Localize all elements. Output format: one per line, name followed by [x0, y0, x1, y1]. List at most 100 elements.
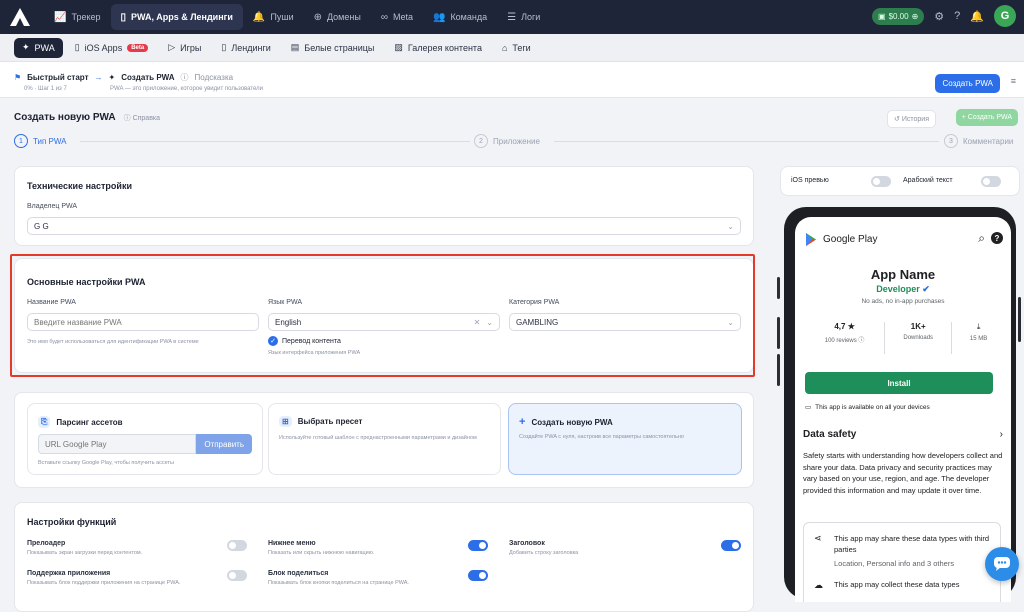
size-value: 15 MB [969, 336, 988, 342]
preview-options: iOS превью Арабский текст [780, 166, 1020, 196]
quickstart-create-button[interactable]: Создать PWA [935, 74, 1000, 93]
option-select-preset[interactable]: ⊞ Выбрать пресет Используйте готовый шабл… [268, 403, 501, 475]
help-icon[interactable]: ? [954, 10, 960, 22]
quickstart-step: Создать PWA [121, 73, 175, 82]
feature-name: Заголовок [509, 540, 545, 547]
nav-pwa-apps[interactable]: ▯ PWA, Apps & Лендинги [110, 4, 243, 30]
step-1[interactable]: 1 Тип PWA [14, 134, 66, 148]
history-button[interactable]: ↺ История [887, 110, 936, 128]
ios-preview-toggle[interactable] [871, 176, 891, 187]
rating-stat: 4,7 ★ 100 reviews ⓘ [805, 322, 886, 354]
nav-label: Meta [392, 12, 413, 22]
install-button[interactable]: Install [805, 372, 993, 394]
nav-meta[interactable]: ∞ Meta [371, 4, 423, 30]
meta-icon: ∞ [380, 11, 388, 23]
store-header: Google Play [805, 233, 877, 246]
main-nav: 📈 Трекер ▯ PWA, Apps & Лендинги 🔔 Пуши ⊕ Дом… [44, 0, 550, 34]
tab-content-gallery[interactable]: ▨ Галерея контента [386, 38, 490, 58]
chevron-right-icon[interactable]: › [1000, 429, 1003, 440]
step-3[interactable]: 3 Комментарии [944, 134, 1013, 148]
menu-icon[interactable]: ≡ [1011, 76, 1016, 86]
quickstart-hint[interactable]: Подсказка [195, 73, 234, 82]
tab-label: Лендинги [231, 42, 271, 53]
feature-bottom-menu: Нижнее меню Показать или скрыть нижнюю на… [268, 540, 488, 556]
arabic-text-toggle[interactable] [981, 176, 1001, 187]
option-title: Парсинг ассетов [56, 417, 123, 427]
features-card: Настройки функций Прелоадер Показывать эк… [14, 502, 754, 612]
help-link[interactable]: ⓘ Справка [124, 113, 160, 123]
page-icon: ▯ [221, 42, 227, 52]
quickstart-progress: 0% · Шаг 1 из 7 [24, 86, 67, 92]
google-play-url-input[interactable] [38, 434, 197, 454]
nav-logs[interactable]: ☰ Логи [497, 4, 550, 30]
nav-tracker[interactable]: 📈 Трекер [44, 4, 111, 30]
gallery-icon: ▨ [394, 42, 403, 52]
android-icon: ✦ [22, 42, 30, 52]
nav-label: Пуши [270, 12, 294, 22]
tab-tags[interactable]: ⌂ Теги [494, 38, 539, 58]
option-title: Выбрать пресет [297, 417, 363, 426]
preloader-toggle[interactable] [227, 540, 247, 551]
tab-label: iOS Apps [84, 42, 123, 53]
create-label: Создать PWA [967, 114, 1012, 121]
bell-icon: 🔔 [252, 11, 266, 23]
app-support-toggle[interactable] [227, 570, 247, 581]
help-icon[interactable]: ? [991, 232, 1003, 244]
tab-white-pages[interactable]: ▤ Белые страницы [283, 38, 383, 58]
quickstart-row: ⚑ Быстрый старт → ✦ Создать PWA ⓘ Подска… [14, 72, 233, 83]
option-parse-assets[interactable]: ⎘ Парсинг ассетов Отправить Вставьте ссыл… [27, 403, 263, 475]
verified-icon: ✔ [922, 284, 930, 294]
option-title: Создать новую PWA [531, 417, 613, 427]
developer-row[interactable]: Developer ✔ [795, 284, 1011, 295]
plus-icon: ⊕ [911, 11, 919, 21]
store-name: Google Play [823, 234, 878, 245]
tab-pwa[interactable]: ✦ PWA [14, 37, 63, 58]
balance-badge[interactable]: ▣ $0.00 ⊕ [872, 7, 925, 25]
tab-label: Галерея контента [407, 42, 482, 53]
bottom-menu-toggle[interactable] [468, 540, 488, 551]
phone-preview: Google Play ⌕ ? App Name Developer ✔ No … [777, 202, 1022, 602]
quickstart-title[interactable]: Быстрый старт [27, 73, 88, 82]
ads-info: No ads, no in-app purchases [861, 298, 945, 305]
chat-icon [994, 557, 1010, 571]
phone-frame: Google Play ⌕ ? App Name Developer ✔ No … [784, 207, 1016, 602]
developer-name: Developer [876, 284, 920, 294]
url-form: Отправить [38, 434, 252, 454]
create-pwa-button[interactable]: + Создать PWA [955, 109, 1018, 126]
plus-icon: + [519, 416, 526, 428]
option-create-new[interactable]: + Создать новую PWA Создайте PWA с нуля, … [508, 403, 742, 475]
submit-button[interactable]: Отправить [196, 434, 252, 454]
logo-icon[interactable] [8, 5, 32, 29]
ios-preview-label: iOS превью [791, 177, 829, 184]
notifications-icon[interactable]: 🔔 [970, 10, 984, 23]
nav-domains[interactable]: ⊕ Домены [304, 4, 371, 30]
feature-app-support: Поддержка приложения Показывать блок подд… [27, 570, 247, 586]
step-2[interactable]: 2 Приложение [474, 134, 540, 148]
search-icon[interactable]: ⌕ [978, 231, 985, 246]
sub-navigation: ✦ PWA ▯ iOS Apps Beta ▷ Игры ▯ Лендинги ▤ Белы… [0, 34, 1024, 62]
devices-text: This app is available on all your device… [815, 403, 930, 411]
feature-name: Блок поделиться [268, 570, 329, 577]
tab-games[interactable]: ▷ Игры [160, 38, 209, 58]
data-safety-title[interactable]: Data safety [803, 429, 856, 440]
owner-value: G G [34, 221, 49, 231]
user-settings-icon[interactable]: ⚙ [934, 10, 944, 23]
chat-button[interactable] [985, 547, 1019, 581]
share-block-toggle[interactable] [468, 570, 488, 581]
tab-ios-apps[interactable]: ▯ iOS Apps Beta [67, 38, 157, 58]
owner-select[interactable]: G G ⌄ [27, 217, 741, 235]
avatar[interactable]: G [994, 5, 1016, 27]
nav-team[interactable]: 👥 Команда [423, 4, 497, 30]
list-icon: ☰ [507, 11, 517, 23]
wallet-icon: ▣ [878, 11, 886, 21]
team-icon: 👥 [432, 11, 446, 23]
flag-icon: ⚑ [14, 73, 22, 82]
tab-landings[interactable]: ▯ Лендинги [213, 38, 278, 58]
step-divider [80, 141, 470, 142]
stepper: 1 Тип PWA 2 Приложение 3 Комментарии [14, 134, 1024, 148]
header-toggle[interactable] [721, 540, 741, 551]
share-icon: ⋖ [814, 533, 822, 543]
document-icon: ▤ [290, 42, 300, 52]
feature-desc: Показывать блок кнопки поделиться на стр… [268, 580, 409, 586]
nav-push[interactable]: 🔔 Пуши [243, 4, 304, 30]
